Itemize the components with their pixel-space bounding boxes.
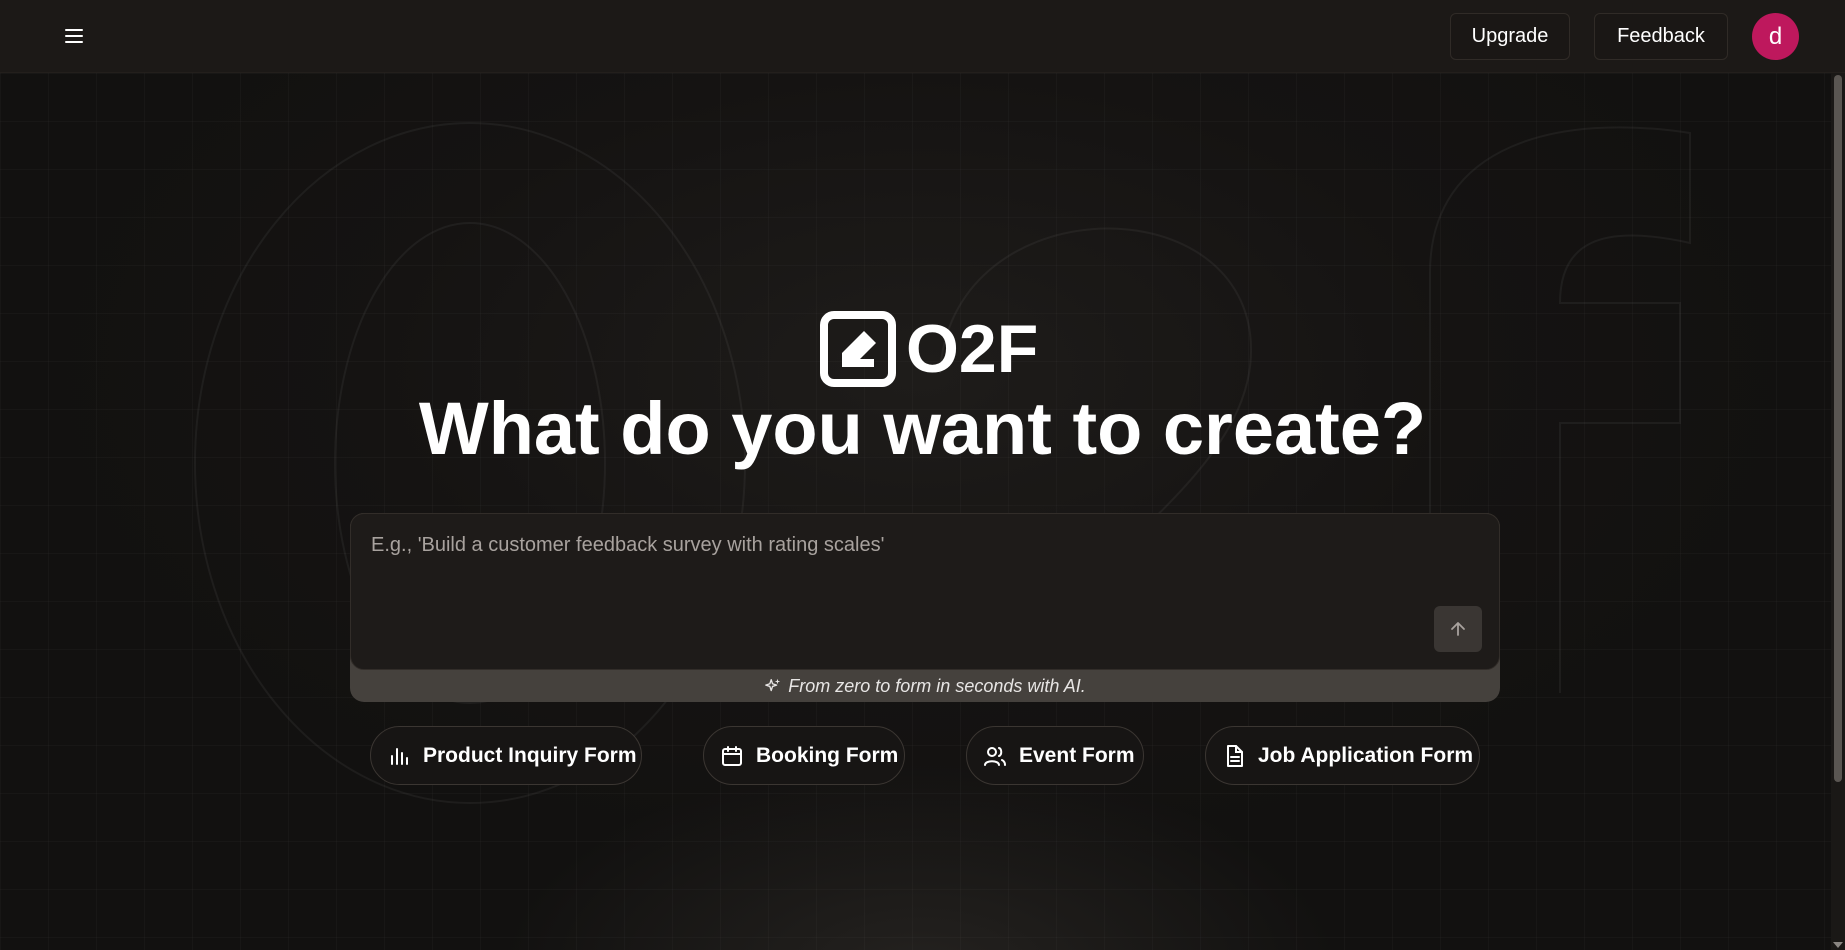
edit-square-icon [820, 311, 896, 387]
bar-chart-icon [391, 747, 408, 765]
template-chip-label: Event Form [1019, 743, 1135, 767]
brand-name: O2F [906, 311, 1039, 387]
brand: O2F [820, 310, 1038, 388]
template-chip-label: Product Inquiry Form [423, 743, 637, 767]
background-watermark [194, 122, 1691, 804]
template-chip-label: Job Application Form [1258, 743, 1474, 767]
upgrade-button[interactable]: Upgrade [1450, 13, 1570, 60]
arrow-up-icon [1451, 622, 1465, 636]
main-canvas: O2F What do you want to create? From zer… [0, 73, 1845, 950]
prompt-box [350, 513, 1500, 670]
sparkles-icon [765, 678, 781, 692]
top-bar: Upgrade Feedback d [0, 0, 1845, 73]
users-icon [984, 746, 1006, 766]
template-chip-label: Booking Form [756, 743, 899, 767]
calendar-icon [722, 745, 742, 766]
scroll-down-arrow-icon[interactable] [1833, 942, 1843, 948]
tagline: From zero to form in seconds with AI. [350, 673, 1500, 699]
scrollbar-thumb[interactable] [1834, 75, 1842, 782]
template-chip-event[interactable]: Event Form [966, 726, 1144, 785]
page-title: What do you want to create? [418, 387, 1427, 470]
hamburger-menu-icon[interactable] [56, 18, 92, 54]
tagline-text: From zero to form in seconds with AI. [788, 675, 1086, 696]
send-button[interactable] [1434, 606, 1482, 652]
template-chip-product-inquiry[interactable]: Product Inquiry Form [370, 726, 642, 785]
scrollbar[interactable] [1831, 73, 1845, 950]
template-chip-job-application[interactable]: Job Application Form [1205, 726, 1480, 785]
feedback-button[interactable]: Feedback [1594, 13, 1728, 60]
template-chip-booking[interactable]: Booking Form [703, 726, 905, 785]
prompt-input[interactable] [369, 532, 1429, 642]
avatar[interactable]: d [1752, 13, 1799, 60]
prompt-container: From zero to form in seconds with AI. [350, 513, 1500, 702]
document-icon [1227, 744, 1243, 767]
app-window: Upgrade Feedback d O2F What do you want … [0, 0, 1845, 950]
